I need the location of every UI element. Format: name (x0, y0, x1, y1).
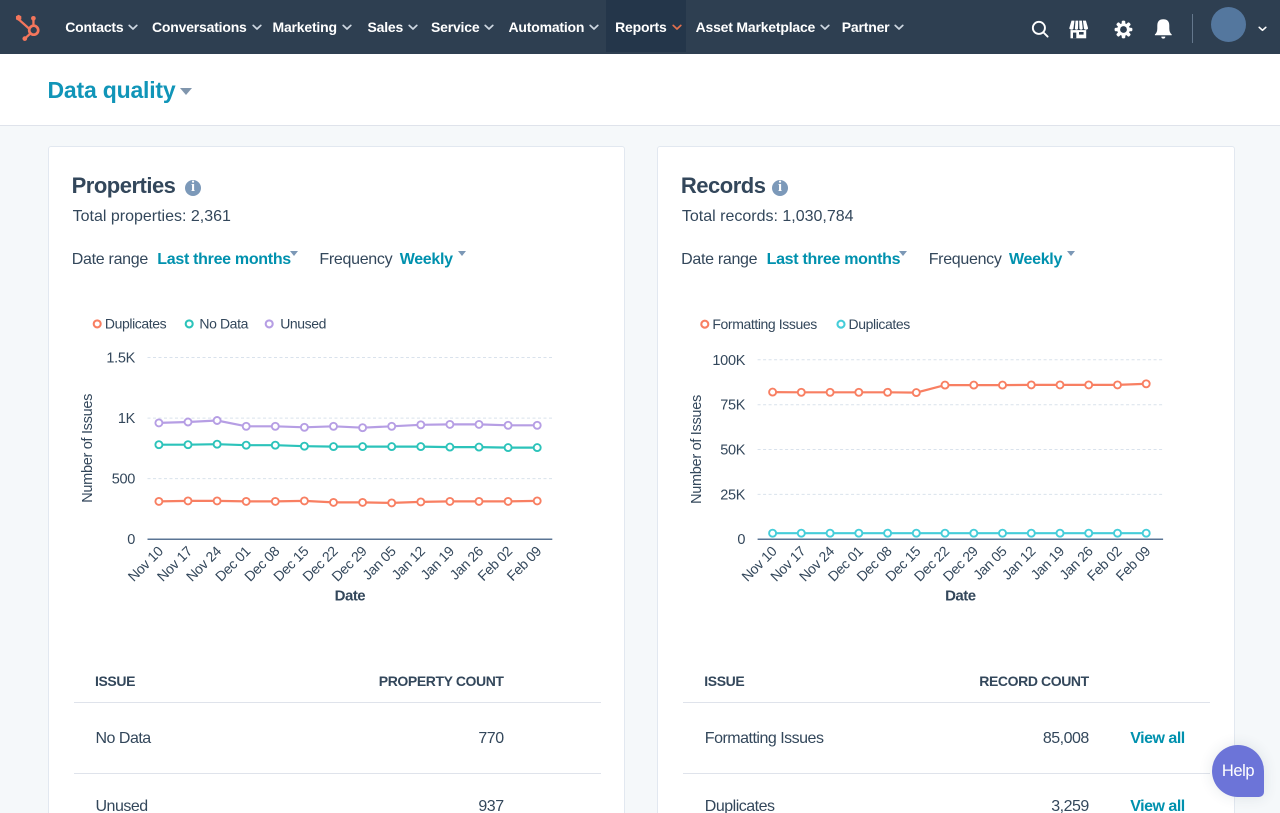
svg-text:0: 0 (738, 532, 746, 548)
svg-text:75K: 75K (720, 397, 746, 413)
svg-text:Formatting Issues: Formatting Issues (713, 316, 818, 332)
svg-text:1K: 1K (118, 411, 136, 427)
svg-text:Unused: Unused (280, 315, 326, 331)
svg-text:Duplicates: Duplicates (105, 315, 167, 331)
svg-text:Number of Issues: Number of Issues (80, 394, 96, 503)
svg-text:25K: 25K (720, 487, 746, 503)
svg-text:Date: Date (945, 587, 976, 604)
svg-text:Date: Date (335, 587, 366, 604)
svg-text:500: 500 (112, 471, 136, 487)
svg-text:0: 0 (127, 532, 135, 548)
svg-text:1.5K: 1.5K (106, 350, 135, 366)
svg-text:Duplicates: Duplicates (849, 316, 911, 332)
svg-text:Number of Issues: Number of Issues (689, 395, 705, 504)
svg-text:100K: 100K (713, 353, 746, 369)
svg-text:50K: 50K (720, 442, 746, 458)
svg-text:No Data: No Data (199, 315, 248, 331)
